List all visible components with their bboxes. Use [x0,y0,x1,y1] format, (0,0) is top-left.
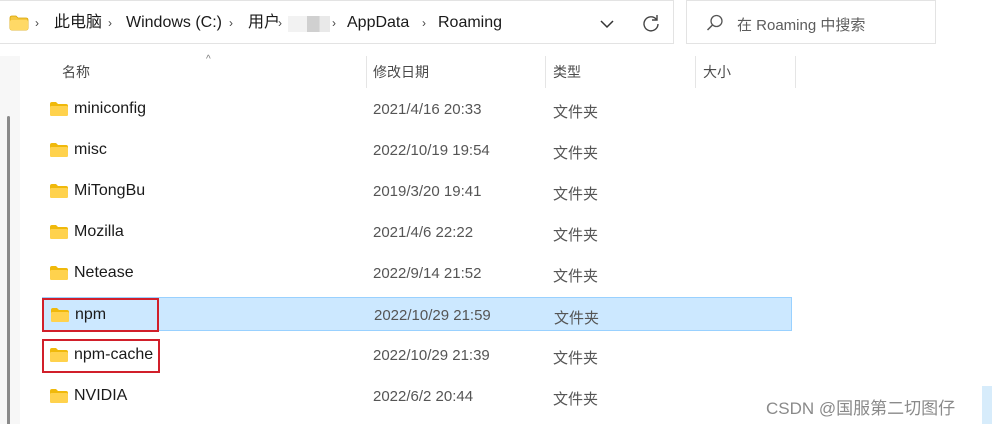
address-bar[interactable]: › 此电脑 › Windows (C:) › 用户 › › AppData › … [0,0,674,44]
file-modified-date: 2022/10/29 21:59 [374,307,491,324]
file-name: misc [74,141,107,158]
breadcrumb-item-appdata[interactable]: AppData [347,13,409,33]
chevron-right-icon: › [108,16,112,30]
file-name: miniconfig [74,100,147,117]
chevron-right-icon: › [278,16,282,30]
column-header-name[interactable]: 名称 [62,56,362,88]
file-row[interactable]: MiTongBu 2019/3/20 19:41 文件夹 [42,174,792,208]
file-type: 文件夹 [553,186,599,203]
breadcrumb-item-username-redacted[interactable] [288,16,330,32]
file-modified-date: 2019/3/20 19:41 [373,183,482,200]
column-header-size[interactable]: 大小 [703,56,793,88]
chevron-down-icon [600,20,614,29]
column-divider[interactable] [545,56,546,88]
column-divider[interactable] [366,56,367,88]
file-modified-date: 2021/4/6 22:22 [373,224,474,241]
folder-icon [49,265,69,281]
file-row[interactable]: misc 2022/10/19 19:54 文件夹 [42,133,792,167]
annotation-highlight-box [42,298,159,332]
file-row[interactable]: Mozilla 2021/4/6 22:22 文件夹 [42,215,792,249]
file-name: Mozilla [74,223,124,240]
breadcrumb-item-roaming[interactable]: Roaming [438,13,502,33]
folder-icon [49,101,69,117]
file-row[interactable]: miniconfig 2021/4/16 20:33 文件夹 [42,92,792,126]
file-name: MiTongBu [74,182,146,199]
file-type: 文件夹 [553,145,599,162]
chevron-right-icon: › [35,16,39,30]
chevron-right-icon: › [422,16,426,30]
column-divider[interactable] [695,56,696,88]
file-type: 文件夹 [553,391,599,408]
file-type: 文件夹 [553,350,599,367]
breadcrumb-item-this-pc[interactable]: 此电脑 [54,13,102,33]
column-divider[interactable] [795,56,796,88]
search-placeholder: 在 Roaming 中搜索 [737,17,866,34]
file-modified-date: 2022/10/29 21:39 [373,347,490,364]
breadcrumb-item-windows-c[interactable]: Windows (C:) [126,13,222,33]
navigation-scrollbar[interactable] [7,116,10,424]
folder-icon [49,142,69,158]
annotation-highlight-box [42,339,160,373]
folder-icon [49,388,69,404]
file-modified-date: 2022/9/14 21:52 [373,265,482,282]
folder-icon [49,183,69,199]
folder-icon [49,224,69,240]
search-input[interactable]: 在 Roaming 中搜索 [686,0,936,44]
refresh-button[interactable] [640,12,662,34]
file-type: 文件夹 [553,227,599,244]
file-modified-date: 2022/10/19 19:54 [373,142,490,159]
search-icon [705,13,725,38]
file-row[interactable]: NVIDIA 2022/6/2 20:44 文件夹 [42,379,792,413]
breadcrumb-item-users[interactable]: 用户 [248,13,280,33]
file-name: NVIDIA [74,387,128,404]
column-header-modified[interactable]: 修改日期 [373,56,543,88]
scroll-edge [982,386,992,424]
file-type: 文件夹 [553,268,599,285]
file-name: Netease [74,264,134,281]
watermark: CSDN @国服第二切图仔 [766,399,956,418]
column-header-type[interactable]: 类型 [553,56,693,88]
refresh-icon [643,15,659,32]
file-type: 文件夹 [554,310,600,327]
file-modified-date: 2021/4/16 20:33 [373,101,482,118]
file-row[interactable]: Netease 2022/9/14 21:52 文件夹 [42,256,792,290]
file-modified-date: 2022/6/2 20:44 [373,388,474,405]
address-history-dropdown-button[interactable] [596,13,618,35]
chevron-right-icon: › [332,16,336,30]
file-type: 文件夹 [553,104,599,121]
navigation-pane[interactable] [0,56,20,424]
folder-icon [9,15,29,36]
chevron-right-icon: › [229,16,233,30]
